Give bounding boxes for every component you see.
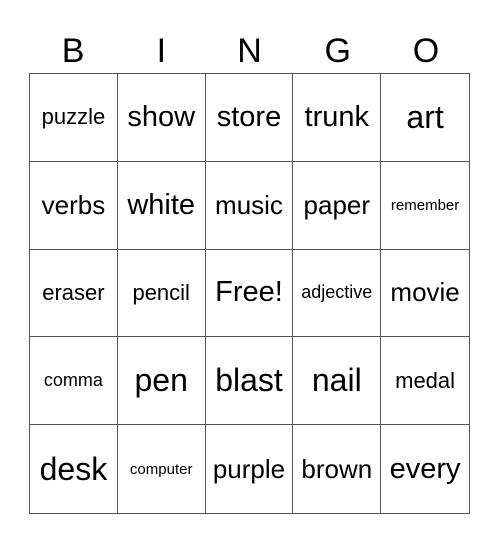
bingo-cell[interactable]: comma (30, 337, 118, 426)
bingo-cell-text: brown (301, 453, 373, 484)
bingo-cell-text: puzzle (41, 104, 106, 130)
header-letter-n: N (237, 32, 262, 70)
bingo-cell-text: remember (390, 196, 460, 214)
bingo-cell[interactable]: verbs (30, 161, 118, 250)
bingo-cell-text: desk (39, 450, 108, 487)
bingo-cell-text: blast (215, 362, 283, 399)
bingo-cell-text: show (127, 100, 196, 133)
bingo-cell-text: art (406, 98, 444, 135)
bingo-cell[interactable]: Free! (205, 249, 294, 338)
bingo-cell-text: every (389, 452, 461, 485)
header-letter-o: O (412, 32, 440, 70)
bingo-cell-text: comma (43, 370, 103, 391)
bingo-cell[interactable]: trunk (293, 74, 382, 162)
bingo-cell[interactable]: white (117, 161, 206, 250)
bingo-cell-text: trunk (304, 100, 370, 133)
bingo-cell-text: pencil (132, 279, 190, 305)
bingo-cell[interactable]: blast (205, 337, 294, 426)
bingo-cell-text: store (216, 100, 282, 133)
bingo-cell-text: paper (303, 189, 371, 220)
bingo-cell-text: verbs (41, 189, 106, 220)
bingo-header: B I N G O (29, 30, 470, 72)
bingo-cell[interactable]: art (381, 74, 469, 162)
bingo-cell[interactable]: eraser (30, 249, 118, 338)
bingo-grid: puzzle show store trunk art verbs white music pa… (29, 73, 470, 514)
bingo-cell-text: medal (395, 367, 456, 393)
bingo-cell[interactable]: pencil (117, 249, 206, 338)
bingo-cell-text: pen (134, 362, 188, 399)
bingo-cell-text: purple (212, 453, 286, 484)
bingo-cell[interactable]: music (205, 161, 294, 250)
bingo-cell[interactable]: computer (118, 425, 206, 513)
bingo-cell[interactable]: purple (206, 425, 294, 513)
bingo-cell[interactable]: desk (30, 425, 118, 513)
header-letter-g: G (324, 32, 351, 70)
bingo-cell-text: adjective (301, 282, 373, 303)
bingo-cell[interactable]: every (381, 425, 469, 513)
bingo-cell-text: nail (311, 362, 362, 399)
bingo-cell-text: computer (129, 460, 193, 478)
bingo-cell-text: movie (390, 277, 460, 308)
bingo-cell[interactable]: medal (381, 337, 469, 426)
bingo-cell[interactable]: movie (381, 250, 469, 338)
bingo-cell[interactable]: puzzle (30, 74, 118, 162)
bingo-cell[interactable]: adjective (293, 249, 382, 338)
bingo-cell[interactable]: remember (381, 162, 469, 250)
bingo-cell-text: Free! (215, 276, 283, 309)
bingo-cell[interactable]: show (117, 74, 206, 162)
bingo-cell[interactable]: paper (293, 161, 382, 250)
bingo-cell[interactable]: store (205, 74, 294, 162)
bingo-cell[interactable]: nail (293, 337, 382, 426)
bingo-cell-text: white (127, 188, 196, 221)
bingo-cell[interactable]: pen (117, 337, 206, 426)
bingo-cell-text: eraser (42, 279, 105, 305)
header-letter-b: B (61, 32, 85, 70)
bingo-cell-text: music (215, 189, 283, 220)
bingo-cell[interactable]: brown (293, 425, 382, 513)
header-letter-i: I (156, 32, 167, 70)
